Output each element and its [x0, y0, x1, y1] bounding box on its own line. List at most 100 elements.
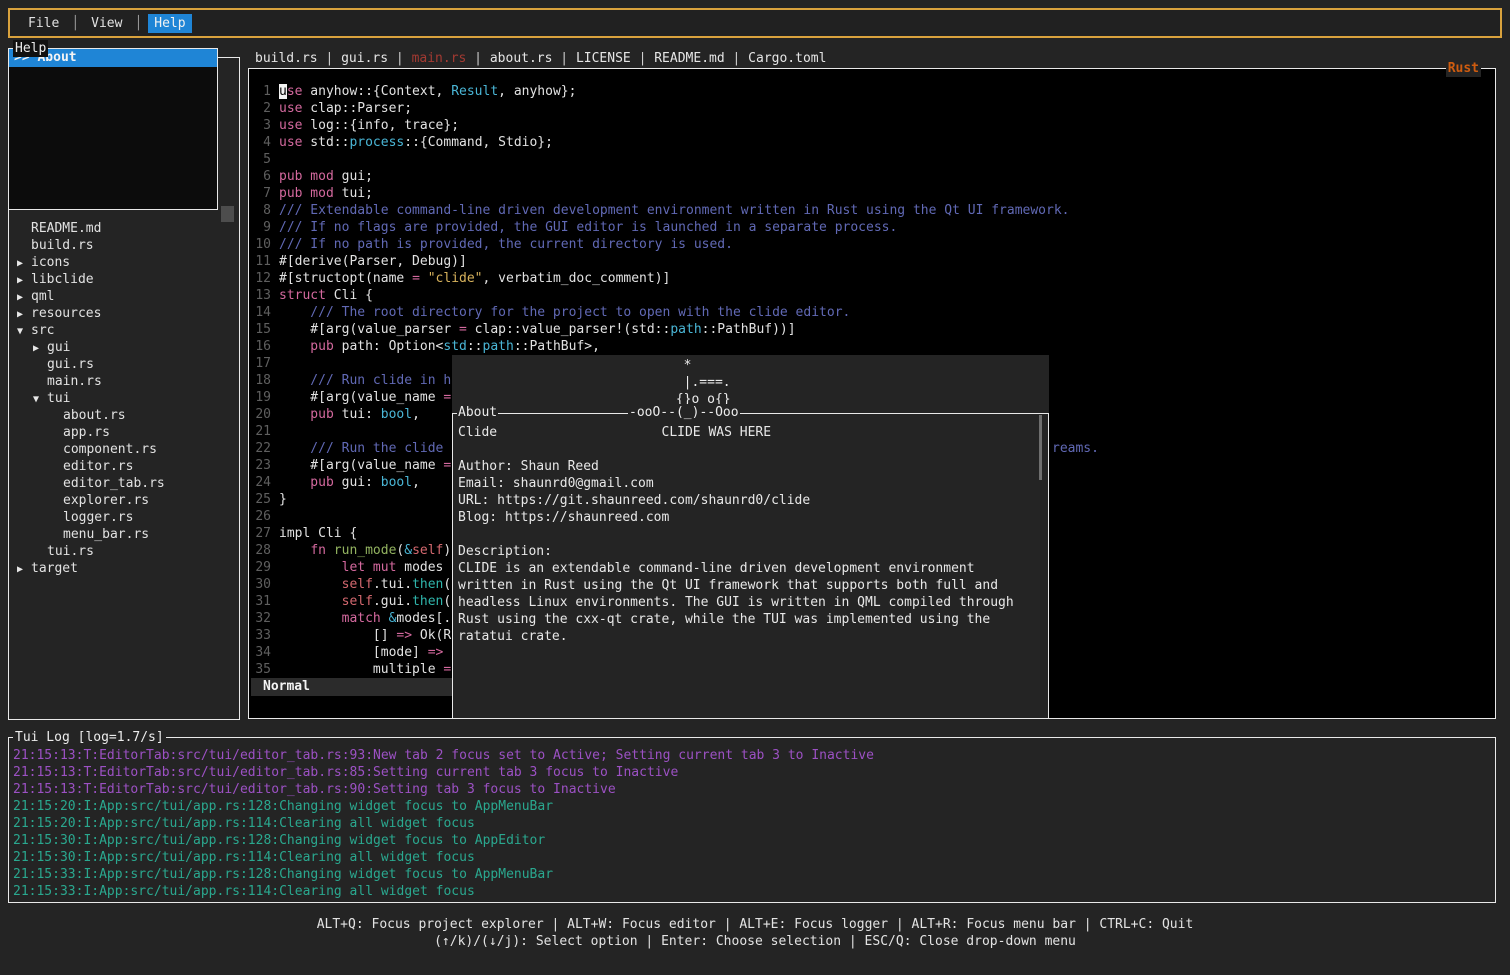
code-line-9: 9/// If no flags are provided, the GUI e…: [249, 219, 1493, 236]
line-number: 29: [249, 559, 271, 576]
line-number: 21: [249, 423, 271, 440]
tree-item-label: gui.rs: [47, 357, 94, 372]
line-number: 7: [249, 185, 271, 202]
tree-item-label: resources: [31, 306, 101, 321]
tree-item-label: explorer.rs: [63, 493, 149, 508]
tree-item-component-rs[interactable]: component.rs: [9, 441, 237, 458]
tree-item-label: about.rs: [63, 408, 126, 423]
line-number: 25: [249, 491, 271, 508]
line-number: 34: [249, 644, 271, 661]
folder-expanded-icon: ▼: [29, 391, 47, 407]
line-number: 4: [249, 134, 271, 151]
ascii-art-figure: * |.===. {}o o{}: [668, 357, 731, 408]
tree-item-label: gui: [47, 340, 70, 355]
folder-collapsed-icon: ▶: [13, 289, 31, 305]
tree-item-editor-tab-rs[interactable]: editor_tab.rs: [9, 475, 237, 492]
tree-item-src[interactable]: ▼src: [9, 322, 237, 339]
tree-item-label: logger.rs: [63, 510, 133, 525]
tree-item-label: tui: [47, 391, 70, 406]
tab-separator: |: [318, 51, 341, 66]
tree-item-tui[interactable]: ▼tui: [9, 390, 237, 407]
line-number: 14: [249, 304, 271, 321]
tree-item-editor-rs[interactable]: editor.rs: [9, 458, 237, 475]
code-line-3: 3use log::{info, trace};: [249, 117, 1493, 134]
line-number: 16: [249, 338, 271, 355]
editor-tab-license[interactable]: LICENSE: [576, 51, 631, 66]
menu-bar: File│View│Help: [8, 8, 1502, 38]
line-number: 17: [249, 355, 271, 372]
line-number: 3: [249, 117, 271, 134]
editor-tab-cargo-toml[interactable]: Cargo.toml: [748, 51, 826, 66]
tree-item-tui-rs[interactable]: tui.rs: [9, 543, 237, 560]
menu-item-view[interactable]: View: [85, 14, 128, 33]
code-line-6: 6pub mod gui;: [249, 168, 1493, 185]
tree-item-explorer-rs[interactable]: explorer.rs: [9, 492, 237, 509]
footer-shortcuts-line1: ALT+Q: Focus project explorer | ALT+W: F…: [0, 916, 1510, 933]
line-number: 22: [249, 440, 271, 457]
tree-item-gui[interactable]: ▶gui: [9, 339, 237, 356]
code-line-7: 7pub mod tui;: [249, 185, 1493, 202]
about-dialog-content: Clide CLIDE WAS HERE Author: Shaun ReedE…: [458, 424, 1014, 645]
tree-item-label: libclide: [31, 272, 94, 287]
code-line-12: 12#[structopt(name = "clide", verbatim_d…: [249, 270, 1493, 287]
editor-tab-readme-md[interactable]: README.md: [654, 51, 724, 66]
tree-item-label: menu_bar.rs: [63, 527, 149, 542]
tree-item-label: README.md: [31, 221, 101, 236]
tree-item-label: component.rs: [63, 442, 157, 457]
line-number: 9: [249, 219, 271, 236]
folder-collapsed-icon: ▶: [13, 561, 31, 577]
tree-item-build-rs[interactable]: build.rs: [9, 237, 237, 254]
line-number: 8: [249, 202, 271, 219]
tree-item-menu-bar-rs[interactable]: menu_bar.rs: [9, 526, 237, 543]
line-number: 35: [249, 661, 271, 678]
folder-collapsed-icon: ▶: [29, 340, 47, 356]
tree-item-gui-rs[interactable]: gui.rs: [9, 356, 237, 373]
tree-item-qml[interactable]: ▶qml: [9, 288, 237, 305]
line-number: 2: [249, 100, 271, 117]
tree-item-logger-rs[interactable]: logger.rs: [9, 509, 237, 526]
line-number: 33: [249, 627, 271, 644]
line-number: 26: [249, 508, 271, 525]
tree-item-main-rs[interactable]: main.rs: [9, 373, 237, 390]
editor-tab-gui-rs[interactable]: gui.rs: [341, 51, 388, 66]
about-dialog-title: About: [457, 404, 498, 421]
editor-tab-about-rs[interactable]: about.rs: [490, 51, 553, 66]
code-line-14: 14 /// The root directory for the projec…: [249, 304, 1493, 321]
tree-item-label: target: [31, 561, 78, 576]
tree-item-resources[interactable]: ▶resources: [9, 305, 237, 322]
code-line-2: 2use clap::Parser;: [249, 100, 1493, 117]
ascii-art-hands: -ooO--(_)--Ooo: [628, 404, 740, 421]
tree-item-label: main.rs: [47, 374, 102, 389]
tree-item-app-rs[interactable]: app.rs: [9, 424, 237, 441]
line-number: 27: [249, 525, 271, 542]
tree-item-label: editor_tab.rs: [63, 476, 165, 491]
log-entry: 21:15:20:I:App:src/tui/app.rs:128:Changi…: [13, 798, 1491, 815]
line-number: 12: [249, 270, 271, 287]
tree-item-readme-md[interactable]: README.md: [9, 220, 237, 237]
menu-separator: │: [134, 15, 142, 32]
explorer-scrollbar-thumb[interactable]: [221, 206, 234, 222]
menu-item-help[interactable]: Help: [148, 14, 191, 33]
tree-item-label: app.rs: [63, 425, 110, 440]
log-entry: 21:15:13:T:EditorTab:src/tui/editor_tab.…: [13, 781, 1491, 798]
editor-tab-build-rs[interactable]: build.rs: [255, 51, 318, 66]
clide-tui-app: File│View│Help README.mdbuild.rs▶icons▶l…: [0, 0, 1510, 975]
code-comment-fragment: reams.: [1052, 440, 1099, 457]
line-number: 28: [249, 542, 271, 559]
menu-item-file[interactable]: File: [22, 14, 65, 33]
code-line-5: 5: [249, 151, 1493, 168]
editor-tab-main-rs[interactable]: main.rs: [412, 51, 467, 66]
tree-item-label: src: [31, 323, 54, 338]
tree-item-about-rs[interactable]: about.rs: [9, 407, 237, 424]
line-number: 1: [249, 83, 271, 100]
code-line-1: 1use anyhow::{Context, Result, anyhow};: [249, 83, 1493, 100]
tree-item-target[interactable]: ▶target: [9, 560, 237, 577]
line-number: 13: [249, 287, 271, 304]
about-scrollbar-thumb[interactable]: [1039, 415, 1042, 480]
tree-item-label: tui.rs: [47, 544, 94, 559]
tree-item-libclide[interactable]: ▶libclide: [9, 271, 237, 288]
line-number: 19: [249, 389, 271, 406]
tab-separator: |: [466, 51, 489, 66]
line-number: 32: [249, 610, 271, 627]
tree-item-icons[interactable]: ▶icons: [9, 254, 237, 271]
